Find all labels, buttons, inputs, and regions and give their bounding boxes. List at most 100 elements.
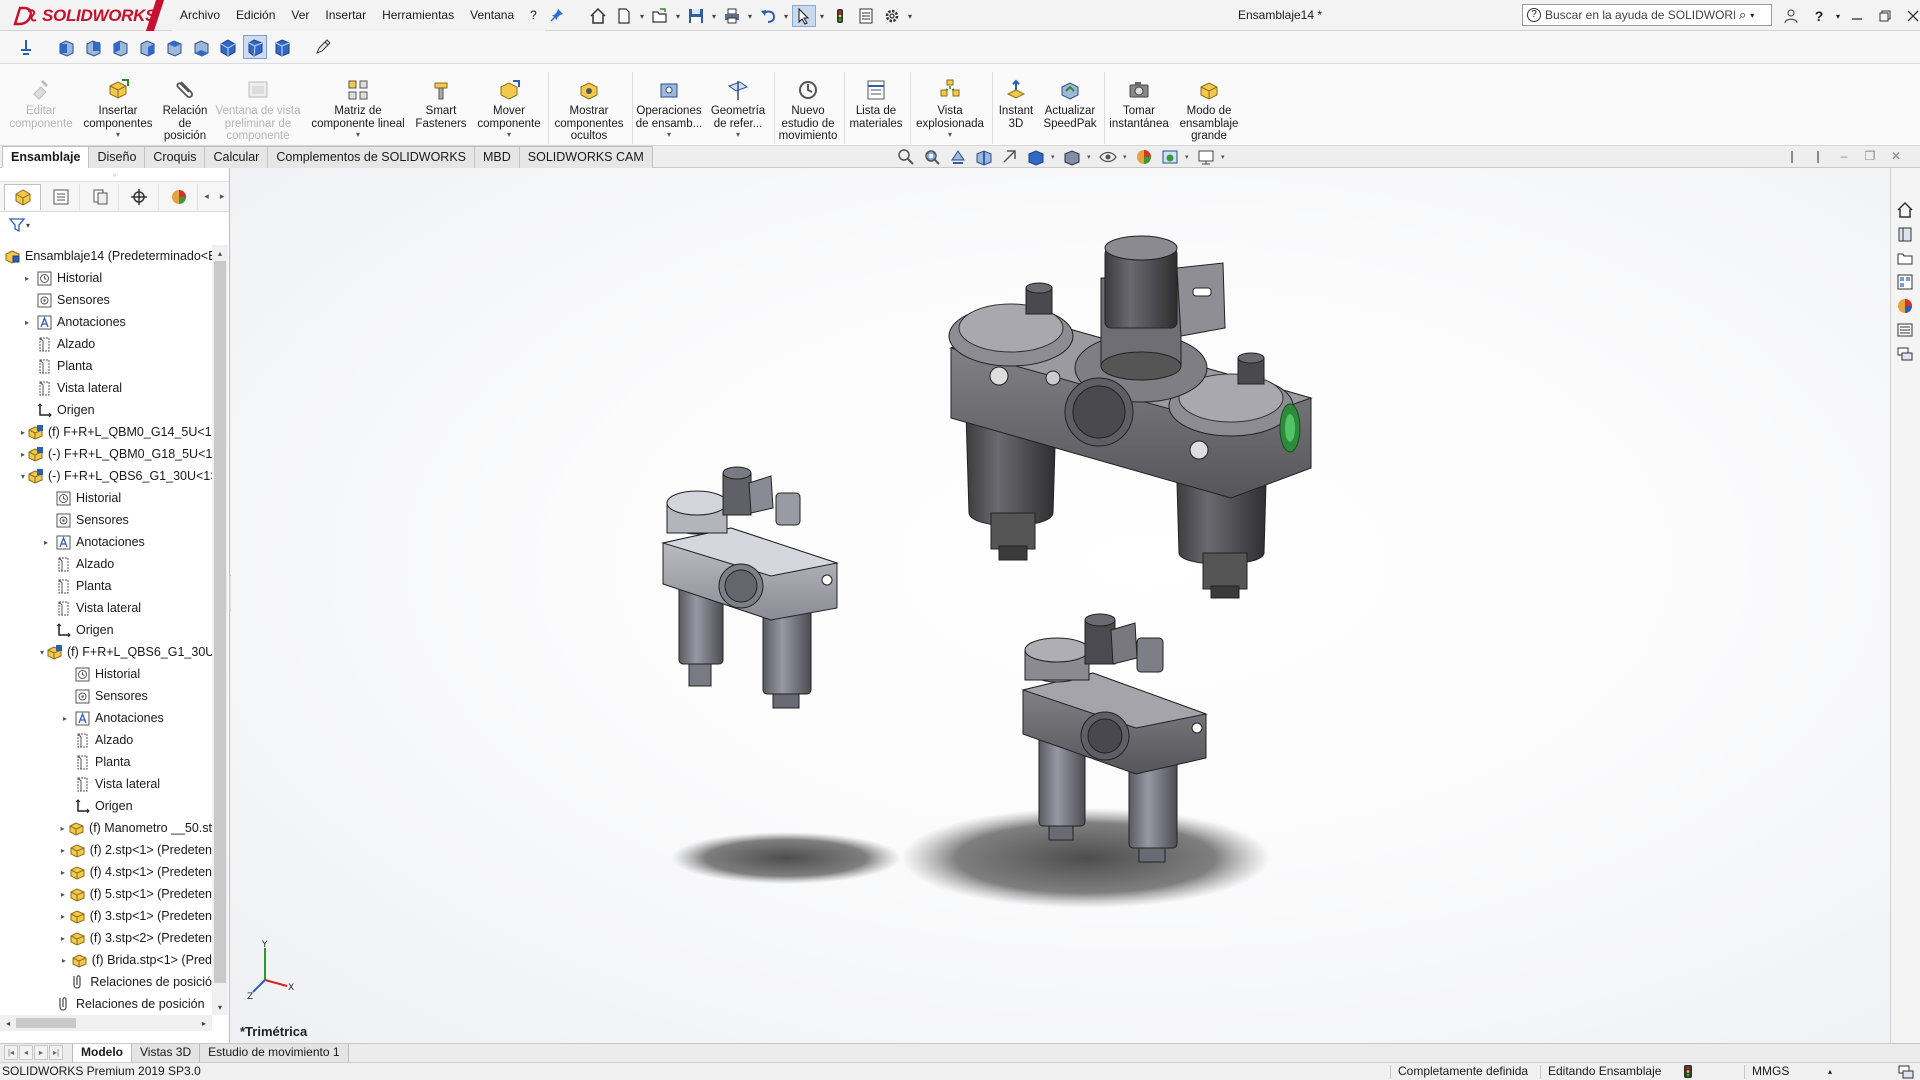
scroll-down-icon[interactable]: ▾ [212,999,228,1015]
panel-grip[interactable]: ◦ [0,168,229,182]
menu-herramientas[interactable]: Herramientas [374,0,462,31]
insert-components-dropdown-icon[interactable]: ▾ [116,131,120,139]
tree-node[interactable]: Alzado [0,333,212,355]
exploded-view-dropdown-icon[interactable]: ▾ [948,131,952,139]
component-preview-button[interactable]: Ventana de vista preliminar de component… [214,78,302,143]
back-view-icon[interactable] [81,35,105,59]
tree-horizontal-scrollbar[interactable]: ◂ ▸ [0,1015,212,1031]
tree-node[interactable]: Planta [0,355,212,377]
last-tab-icon[interactable]: ▸| [49,1045,63,1060]
tab-croquis[interactable]: Croquis [144,146,206,168]
tree-node[interactable]: ▸ (f) 3.stp<2> (Predeten [0,927,212,949]
solidworks-logo[interactable]: SOLIDWORKS [12,4,156,28]
select-cursor-icon[interactable] [792,5,816,27]
hide-show-dropdown-icon[interactable]: ▾ [1123,153,1129,161]
tree-node[interactable]: ▸ (f) 5.stp<1> (Predeten [0,883,212,905]
previous-view-icon[interactable] [947,147,969,167]
linear-pattern-button[interactable]: Matriz de componente lineal ▾ [308,78,408,139]
undo-dropdown-icon[interactable]: ▾ [782,5,790,27]
tree-node[interactable]: ▸ Anotaciones [0,531,212,553]
collapse-right-icon[interactable]: ❙ [1810,148,1826,164]
assembly-model-render[interactable] [231,168,1890,1043]
display-manager-icon[interactable] [161,183,198,210]
user-account-icon[interactable] [1780,5,1802,27]
view-settings-dropdown-icon[interactable]: ▾ [1221,153,1227,161]
tree-node[interactable]: ▸ Historial [0,267,212,289]
apply-scene-icon[interactable] [1159,147,1181,167]
tree-node[interactable]: Historial [0,663,212,685]
tree-node[interactable]: Planta [0,751,212,773]
front-view-icon[interactable] [54,35,78,59]
tree-node[interactable]: Origen [0,399,212,421]
zoom-to-fit-icon[interactable] [895,147,917,167]
tree-expander-icon[interactable]: ▸ [59,712,71,724]
search-icon[interactable]: ⌕ [1739,7,1746,23]
custom-properties-icon[interactable] [1891,318,1919,342]
feature-manager-icon[interactable] [4,183,42,210]
tree-node[interactable]: ▸ (f) Manometro __50.st [0,817,212,839]
forum-icon[interactable] [1891,342,1919,366]
tab-vistas-3d[interactable]: Vistas 3D [131,1044,201,1063]
menu-help[interactable]: ? [522,0,545,31]
tree-node[interactable]: ▸ (f) 2.stp<1> (Predeten [0,839,212,861]
tree-vertical-scrollbar[interactable]: ▴ ▾ [212,245,228,1015]
save-dropdown-icon[interactable]: ▾ [710,5,718,27]
tree-node[interactable]: ▾ (f) F+R+L_QBS6_G1_30U.st [0,641,212,663]
tree-node[interactable]: ▸ (f) 4.stp<1> (Predeten [0,861,212,883]
view-orientation-dropdown-icon[interactable]: ▾ [1051,153,1057,161]
hscroll-thumb[interactable] [16,1018,76,1028]
scroll-left-icon[interactable]: ◂ [0,1015,16,1031]
tree-expander-icon[interactable]: ▸ [21,316,33,328]
menu-insertar[interactable]: Insertar [317,0,374,31]
dimetric-view-icon[interactable] [270,35,294,59]
tree-node[interactable]: Planta [0,575,212,597]
tree-node[interactable]: Relaciones de posición [0,993,212,1015]
appearances-scenes-icon[interactable] [1891,294,1919,318]
help-search-input[interactable] [1545,8,1735,22]
tree-node[interactable]: Vista lateral [0,773,212,795]
viewport-close-icon[interactable]: ✕ [1888,148,1904,164]
tree-node[interactable]: Alzado [0,729,212,751]
panel-tabs-right-arrow[interactable]: ▸ [215,184,229,210]
tree-node[interactable]: Vista lateral [0,377,212,399]
show-hidden-components-button[interactable]: Mostrar componentes ocultos [550,78,628,143]
rebuild-status-icon[interactable] [1684,1065,1692,1078]
file-explorer-icon[interactable] [1891,246,1919,270]
tree-node[interactable]: ▾ (-) F+R+L_QBS6_G1_30U<1> (P [0,465,212,487]
minimize-icon[interactable] [1846,5,1868,27]
tree-node[interactable]: Ensamblaje14 (Predeterminado<Es [0,245,212,267]
small-frl-unit[interactable] [661,466,839,709]
tree-expander-icon[interactable]: ▸ [21,426,25,438]
dimxpert-icon[interactable] [121,183,159,210]
help-search-box[interactable]: ? ⌕ ▾ [1522,4,1772,26]
scroll-thumb[interactable] [214,261,226,983]
smart-fasteners-button[interactable]: Smart Fasteners [412,78,470,130]
tree-node[interactable]: Origen [0,795,212,817]
assembly-features-dropdown-icon[interactable]: ▾ [667,131,671,139]
select-dropdown-icon[interactable]: ▾ [818,5,826,27]
mate-button[interactable]: Relación de posición [158,78,212,143]
new-motion-study-button[interactable]: Nuevo estudio de movimiento [776,78,840,143]
help-dropdown-icon[interactable]: ▾ [1836,12,1840,21]
move-component-button[interactable]: Mover componente ▾ [476,78,542,139]
tab-solidworks-cam[interactable]: SOLIDWORKS CAM [518,146,653,168]
search-dropdown-icon[interactable]: ▾ [1750,11,1754,20]
normal-to-icon[interactable] [14,35,38,59]
solidworks-resources-icon[interactable] [1891,198,1919,222]
tree-node[interactable]: Historial [0,487,212,509]
take-snapshot-button[interactable]: Tomar instantánea [1106,78,1172,130]
tree-expander-icon[interactable]: ▸ [59,822,66,834]
tab-complementos[interactable]: Complementos de SOLIDWORKS [267,146,475,168]
restore-icon[interactable] [1874,5,1896,27]
scroll-right-icon[interactable]: ▸ [196,1015,212,1031]
tree-expander-icon[interactable]: ▾ [21,470,25,482]
configuration-manager-icon[interactable] [82,183,120,210]
tree-expander-icon[interactable]: ▸ [59,954,69,966]
tree-expander-icon[interactable]: ▸ [21,448,25,460]
print-dropdown-icon[interactable]: ▾ [746,5,754,27]
instant-3d-button[interactable]: Instant 3D [994,78,1038,130]
menu-ver[interactable]: Ver [283,0,317,31]
next-tab-icon[interactable]: ▸ [34,1045,48,1060]
left-view-icon[interactable] [108,35,132,59]
tree-node[interactable]: ▸ (f) F+R+L_QBM0_G14_5U<1> ( [0,421,212,443]
